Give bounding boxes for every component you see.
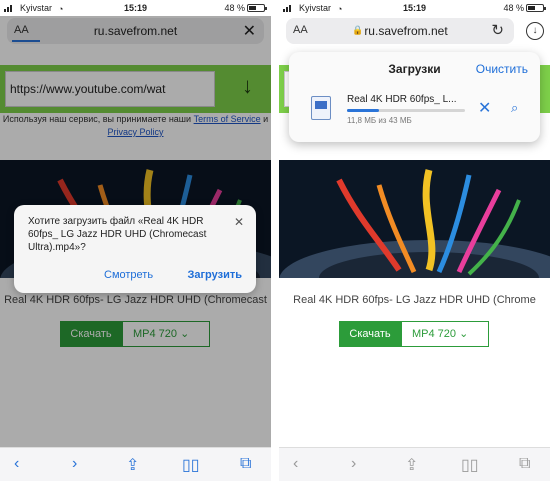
bottom-toolbar: ‹ › ⇪ ▯▯ ⧉ bbox=[279, 447, 550, 481]
tabs-icon[interactable]: ⧉ bbox=[519, 455, 530, 473]
downloads-icon[interactable]: ↓ bbox=[526, 22, 544, 40]
url-text[interactable]: ru.savefrom.net bbox=[286, 24, 514, 38]
progress-fill bbox=[347, 109, 379, 112]
downloads-popover: Загрузки Очистить Real 4K HDR 60fps_ L..… bbox=[289, 52, 540, 142]
battery-percent: 48 % bbox=[503, 3, 524, 13]
search-icon[interactable]: ⌕ bbox=[511, 100, 518, 116]
battery-percent: 48 % bbox=[224, 3, 245, 13]
download-confirm-button[interactable]: Загрузить bbox=[187, 269, 242, 281]
back-icon[interactable]: ‹ bbox=[293, 455, 298, 473]
video-title: Real 4K HDR 60fps- LG Jazz HDR UHD (Chro… bbox=[293, 294, 536, 306]
battery-icon bbox=[526, 4, 546, 12]
video-file-icon bbox=[311, 96, 331, 120]
download-progress-bar bbox=[347, 109, 465, 112]
status-bar: Kyivstar ◔ 15:19 48 % bbox=[0, 0, 271, 16]
bookmarks-icon[interactable]: ▯▯ bbox=[182, 455, 200, 475]
dialog-message: Хотите загрузить файл «Real 4K HDR 60fps… bbox=[28, 216, 207, 253]
divider bbox=[271, 0, 279, 481]
bottom-toolbar: ‹ › ⇪ ▯▯ ⧉ bbox=[0, 447, 271, 481]
download-dialog: Хотите загрузить файл «Real 4K HDR 60fps… bbox=[14, 205, 256, 293]
left-screen: Kyivstar ◔ 15:19 48 % AA ru.savefrom.net… bbox=[0, 0, 271, 481]
battery-icon bbox=[247, 4, 267, 12]
right-screen: Kyivstar ◔ 15:19 48 % AA 🔒 ru.savefrom.n… bbox=[279, 0, 550, 481]
bookmarks-icon[interactable]: ▯▯ bbox=[461, 455, 479, 475]
clear-button[interactable]: Очистить bbox=[476, 62, 528, 76]
file-size: 11,8 МБ из 43 МБ bbox=[347, 116, 412, 125]
download-button[interactable]: Скачать bbox=[339, 321, 401, 347]
share-icon[interactable]: ⇪ bbox=[405, 455, 418, 475]
status-bar: Kyivstar ◔ 15:19 48 % bbox=[279, 0, 550, 16]
file-name[interactable]: Real 4K HDR 60fps_ L... bbox=[347, 94, 457, 105]
close-icon[interactable]: ✕ bbox=[234, 215, 244, 229]
video-thumbnail[interactable] bbox=[279, 160, 550, 278]
forward-icon[interactable]: › bbox=[351, 455, 356, 473]
back-icon[interactable]: ‹ bbox=[14, 455, 19, 473]
chevron-down-icon: ⌄ bbox=[459, 328, 469, 340]
format-label: MP4 720 bbox=[412, 328, 457, 340]
format-select[interactable]: MP4 720 ⌄ bbox=[401, 321, 489, 347]
forward-icon[interactable]: › bbox=[72, 455, 77, 473]
share-icon[interactable]: ⇪ bbox=[126, 455, 139, 475]
cancel-icon[interactable]: ✕ bbox=[478, 98, 491, 118]
address-bar[interactable]: AA 🔒 ru.savefrom.net ↻ bbox=[286, 18, 514, 44]
view-button[interactable]: Смотреть bbox=[104, 269, 153, 281]
tabs-icon[interactable]: ⧉ bbox=[240, 455, 251, 473]
reload-icon[interactable]: ↻ bbox=[491, 21, 504, 39]
